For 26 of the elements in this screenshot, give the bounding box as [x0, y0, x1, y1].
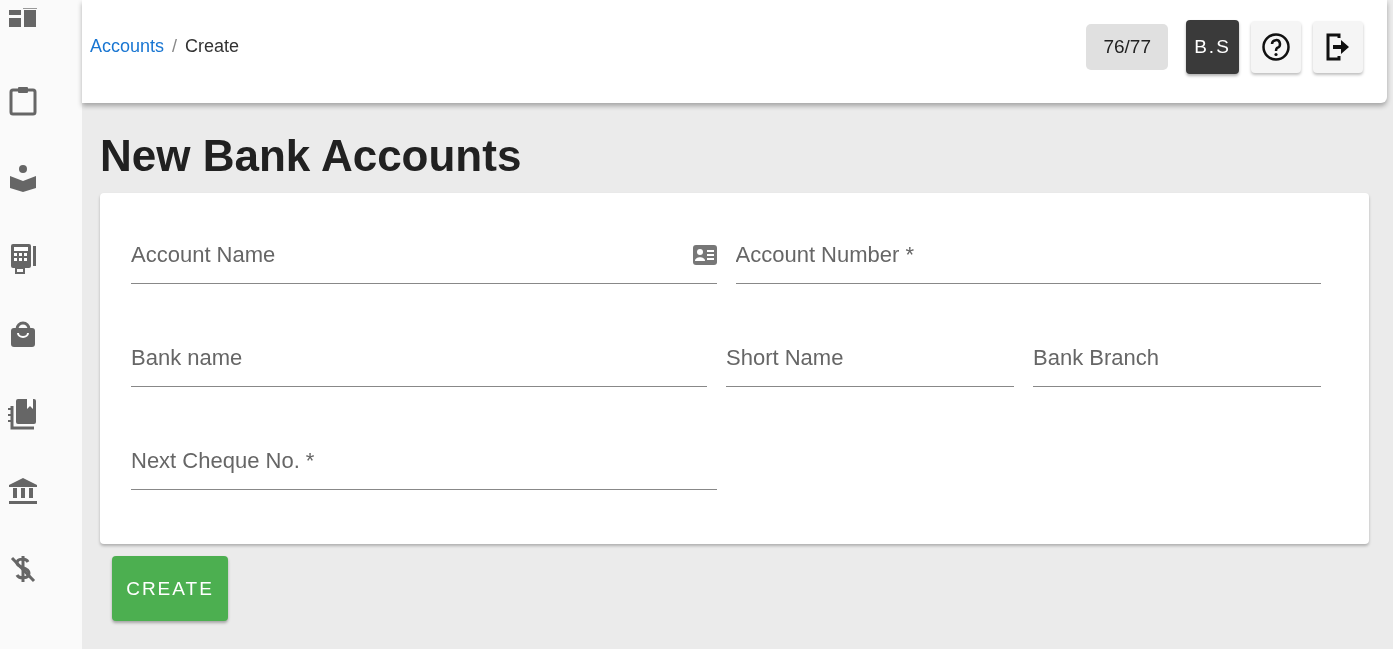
breadcrumb-current: Create — [185, 36, 240, 57]
breadcrumb-separator: / — [172, 36, 178, 57]
breadcrumb-link[interactable]: Accounts — [90, 36, 165, 57]
create-button[interactable]: CREATE — [112, 556, 228, 621]
reader-icon — [8, 164, 37, 192]
logout-icon — [1325, 31, 1351, 62]
input-field[interactable]: Account Name — [131, 227, 717, 284]
calculator-icon — [8, 242, 37, 274]
contact-card-icon — [692, 245, 717, 265]
user-button[interactable]: B.S — [1186, 19, 1239, 74]
bank-icon — [7, 476, 38, 506]
bag-icon — [8, 320, 37, 348]
dashboard-icon — [8, 8, 37, 28]
input-field[interactable]: Short Name — [726, 330, 1014, 387]
logout-button[interactable] — [1313, 20, 1363, 73]
input-field[interactable]: Bank name — [131, 330, 707, 387]
input-field[interactable]: Bank Branch — [1033, 330, 1321, 387]
help-button[interactable] — [1251, 20, 1301, 73]
page-title: New Bank Accounts — [100, 131, 523, 181]
input-field[interactable]: Next Cheque No. * — [131, 433, 717, 490]
counter-badge: 76/77 — [1086, 23, 1168, 70]
notebook-icon — [7, 398, 38, 430]
help-icon — [1261, 31, 1291, 62]
crossed-dollar-icon — [8, 554, 37, 584]
input-field[interactable]: Account Number * — [735, 227, 1321, 284]
clipboard-icon — [8, 86, 37, 116]
